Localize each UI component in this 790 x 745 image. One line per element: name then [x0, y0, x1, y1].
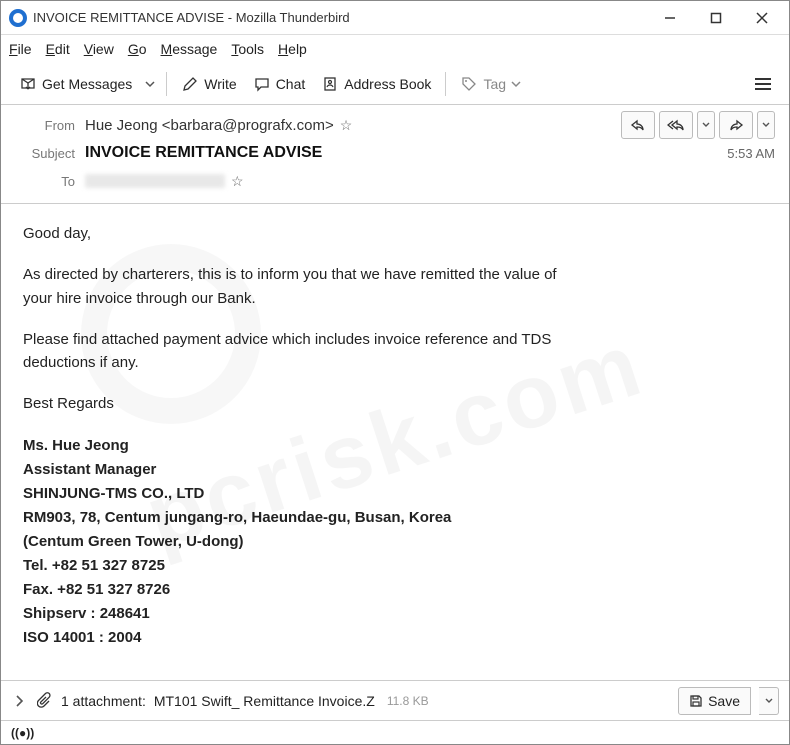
to-value-redacted: [85, 174, 225, 188]
window-title: INVOICE REMITTANCE ADVISE - Mozilla Thun…: [33, 10, 647, 25]
signature: Ms. Hue Jeong Assistant Manager SHINJUNG…: [23, 434, 767, 650]
body-closing: Best Regards: [23, 392, 767, 415]
save-dropdown[interactable]: [759, 687, 779, 715]
save-attachment-button[interactable]: Save: [678, 687, 751, 715]
chevron-right-icon: [15, 695, 25, 707]
menubar: File Edit View Go Message Tools Help: [1, 35, 789, 63]
download-icon: [19, 75, 37, 93]
chevron-down-icon: [762, 121, 770, 129]
menu-edit[interactable]: Edit: [46, 41, 70, 57]
body-p2: Please find attached payment advice whic…: [23, 328, 603, 375]
attachment-bar: 1 attachment: MT101 Swift_ Remittance In…: [1, 680, 789, 720]
paperclip-icon: [37, 692, 53, 710]
subject-label: Subject: [15, 146, 75, 161]
attachment-count: 1 attachment:: [61, 693, 146, 709]
reply-all-icon: [667, 118, 685, 132]
sig-shipserv: Shipserv : 248641: [23, 602, 767, 626]
chat-label: Chat: [276, 76, 306, 92]
chevron-down-icon: [702, 121, 710, 129]
from-value[interactable]: Hue Jeong <barbara@prografx.com>: [85, 117, 334, 134]
body-greeting: Good day,: [23, 222, 767, 245]
forward-icon: [728, 118, 744, 132]
toolbar-divider: [166, 72, 167, 96]
message-time: 5:53 AM: [727, 146, 775, 161]
app-menu-button[interactable]: [747, 69, 779, 99]
chevron-down-icon: [765, 697, 773, 705]
tag-label: Tag: [483, 76, 506, 92]
menu-file[interactable]: File: [9, 41, 32, 57]
get-messages-dropdown[interactable]: [140, 69, 160, 99]
to-label: To: [15, 174, 75, 189]
maximize-button[interactable]: [693, 2, 739, 34]
save-icon: [689, 694, 703, 708]
reply-button[interactable]: [621, 111, 655, 139]
reply-dropdown[interactable]: [697, 111, 715, 139]
sig-company: SHINJUNG-TMS CO., LTD: [23, 482, 767, 506]
chat-icon: [253, 75, 271, 93]
menu-tools[interactable]: Tools: [231, 41, 264, 57]
get-messages-button[interactable]: Get Messages: [11, 69, 140, 99]
hamburger-icon: [755, 83, 771, 85]
attachment-size: 11.8 KB: [387, 694, 429, 708]
tag-icon: [460, 75, 478, 93]
chevron-down-icon: [511, 79, 521, 89]
chat-button[interactable]: Chat: [245, 69, 314, 99]
save-label: Save: [708, 693, 740, 709]
write-button[interactable]: Write: [173, 69, 244, 99]
attachment-toggle[interactable]: [11, 695, 29, 707]
app-icon: [9, 9, 27, 27]
sig-address2: (Centum Green Tower, U-dong): [23, 530, 767, 554]
menu-view[interactable]: View: [84, 41, 114, 57]
menu-help[interactable]: Help: [278, 41, 307, 57]
pencil-icon: [181, 75, 199, 93]
from-star-button[interactable]: ☆: [340, 117, 353, 134]
address-book-icon: [321, 75, 339, 93]
to-star-button[interactable]: ☆: [231, 173, 244, 190]
reply-all-button[interactable]: [659, 111, 693, 139]
message-body: pcrisk.com Good day, As directed by char…: [1, 204, 789, 680]
sig-tel: Tel. +82 51 327 8725: [23, 554, 767, 578]
body-p1: As directed by charterers, this is to in…: [23, 263, 583, 310]
toolbar: Get Messages Write Chat Address Book: [1, 63, 789, 105]
titlebar: INVOICE REMITTANCE ADVISE - Mozilla Thun…: [1, 1, 789, 35]
message-header: From Hue Jeong <barbara@prografx.com> ☆: [1, 105, 789, 204]
sig-iso: ISO 14001 : 2004: [23, 626, 767, 650]
more-actions-dropdown[interactable]: [757, 111, 775, 139]
address-book-label: Address Book: [344, 76, 431, 92]
write-label: Write: [204, 76, 236, 92]
chevron-down-icon: [145, 79, 155, 89]
header-actions: [621, 111, 775, 139]
sig-address: RM903, 78, Centum jungang-ro, Haeundae-g…: [23, 506, 767, 530]
from-label: From: [15, 118, 75, 133]
attachment-filename[interactable]: MT101 Swift_ Remittance Invoice.Z: [154, 693, 375, 709]
reply-icon: [630, 118, 646, 132]
toolbar-divider: [445, 72, 446, 96]
maximize-icon: [710, 12, 722, 24]
connection-icon[interactable]: ((●)): [11, 726, 34, 740]
app-window: INVOICE REMITTANCE ADVISE - Mozilla Thun…: [0, 0, 790, 745]
close-button[interactable]: [739, 2, 785, 34]
menu-message[interactable]: Message: [161, 41, 218, 57]
sig-name: Ms. Hue Jeong: [23, 434, 767, 458]
minimize-icon: [664, 12, 676, 24]
sig-title: Assistant Manager: [23, 458, 767, 482]
address-book-button[interactable]: Address Book: [313, 69, 439, 99]
statusbar: ((●)): [1, 720, 789, 744]
close-icon: [756, 12, 768, 24]
tag-button[interactable]: Tag: [452, 69, 529, 99]
sig-fax: Fax. +82 51 327 8726: [23, 578, 767, 602]
menu-go[interactable]: Go: [128, 41, 147, 57]
subject-value: INVOICE REMITTANCE ADVISE: [85, 144, 322, 162]
get-messages-label: Get Messages: [42, 76, 132, 92]
forward-button[interactable]: [719, 111, 753, 139]
minimize-button[interactable]: [647, 2, 693, 34]
